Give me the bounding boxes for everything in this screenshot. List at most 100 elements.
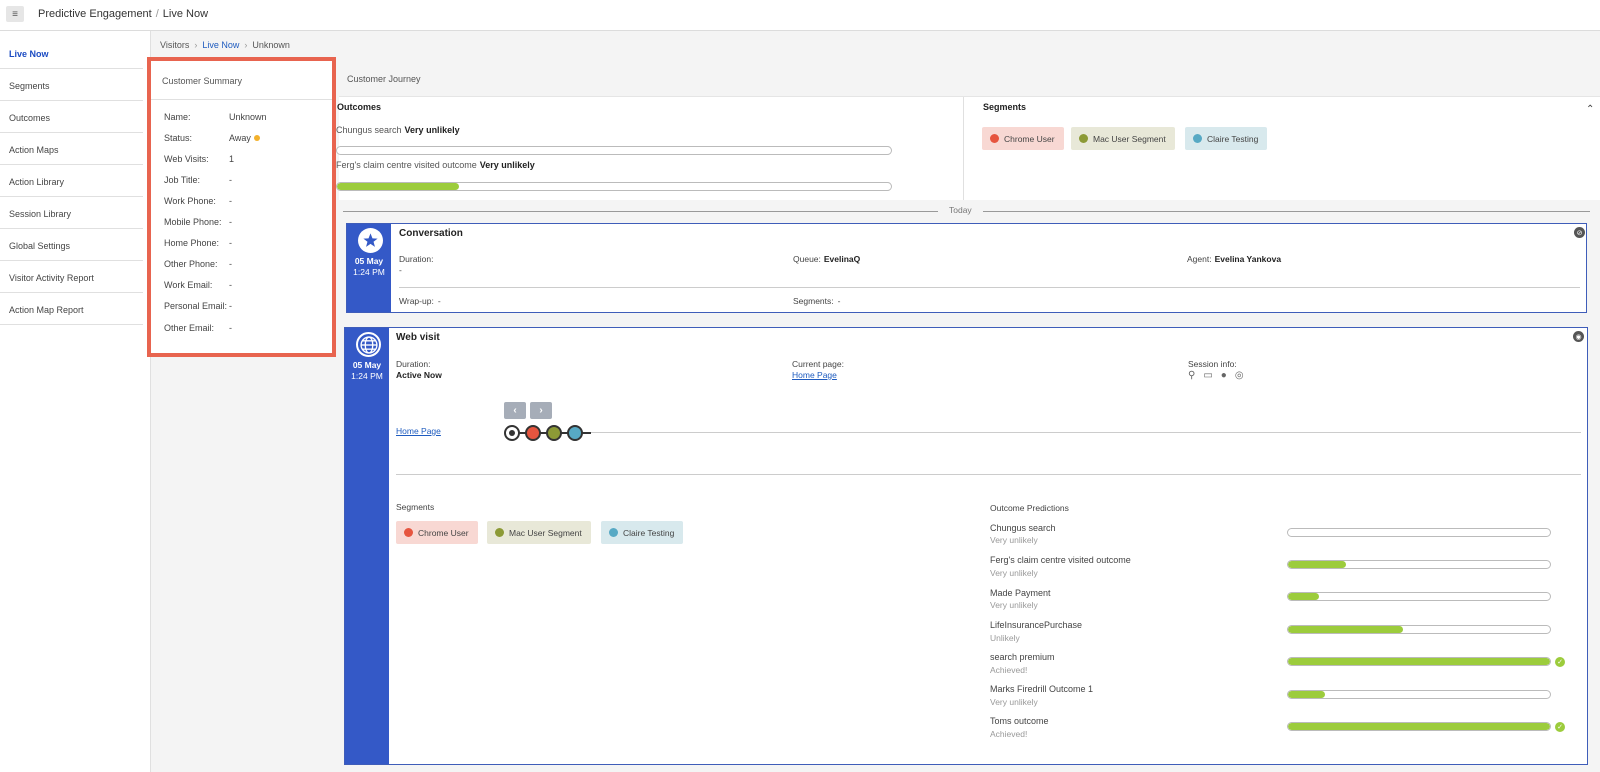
prediction-name: LifeInsurancePurchase	[990, 620, 1083, 630]
prediction-name: Chungus search	[990, 523, 1056, 533]
web-visit-date-strip: 05 May 1:24 PM	[345, 328, 389, 764]
segment-chip-chrome-user[interactable]: Chrome User	[982, 127, 1064, 150]
web-duration-value: Active Now	[396, 370, 442, 380]
segment-chip-mac-user[interactable]: Mac User Segment	[1071, 127, 1175, 150]
outcome-progress-bar	[336, 146, 892, 155]
web-visit-card[interactable]: 05 May 1:24 PM Web visit ◉ Duration: Act…	[344, 327, 1588, 765]
chrome-icon	[990, 134, 999, 143]
queue-value: EvelinaQ	[823, 254, 861, 264]
summary-label: Personal Email:	[164, 301, 228, 311]
segments-label: Segments:	[793, 296, 834, 306]
top-bar: ≡ Predictive Engagement / Live Now	[0, 0, 1600, 31]
summary-row-home-phone: Home Phone: -	[164, 238, 334, 250]
timeline-next-button[interactable]: ›	[530, 402, 552, 419]
conversation-card[interactable]: 05 May 1:24 PM Conversation ⊘ Duration: …	[346, 223, 1587, 313]
prediction-name: Marks Firedrill Outcome 1	[990, 684, 1094, 694]
monitor-icon[interactable]: ▭	[1203, 370, 1212, 381]
prediction-status: Achieved!	[990, 729, 1028, 739]
apple-icon[interactable]: ●	[1221, 370, 1227, 381]
conversation-time: 1:24 PM	[353, 267, 385, 277]
outcome-status: Very unlikely	[479, 160, 535, 170]
summary-row-other-phone: Other Phone: -	[164, 259, 334, 271]
segment-chip-label: Claire Testing	[623, 527, 675, 538]
breadcrumb-live-now[interactable]: Live Now	[202, 40, 239, 50]
hamburger-menu-icon[interactable]: ≡	[6, 6, 24, 22]
conversation-divider	[399, 287, 1580, 288]
current-page-link[interactable]: Home Page	[792, 370, 837, 380]
prediction-progress-bar	[1287, 722, 1551, 731]
sidebar-item-global-settings[interactable]: Global Settings	[0, 229, 143, 261]
wrapup-label: Wrap-up:	[399, 296, 434, 306]
summary-value: -	[229, 238, 232, 248]
prediction-progress-bar	[1287, 690, 1551, 699]
progress-fill	[1288, 723, 1550, 730]
segment-event-teal-icon[interactable]	[567, 425, 583, 441]
summary-row-work-phone: Work Phone: -	[164, 196, 334, 208]
segments-title: Segments	[983, 102, 1027, 112]
outcome-name: Chungus search	[336, 125, 402, 135]
prediction-status: Unlikely	[990, 633, 1020, 643]
web-duration-label: Duration:	[396, 359, 431, 369]
web-visit-title: Web visit	[396, 332, 440, 343]
segment-event-red-icon[interactable]	[525, 425, 541, 441]
outcome-line: Ferg's claim centre visited outcome Very …	[336, 160, 535, 170]
current-page-label: Current page:	[792, 359, 844, 369]
progress-fill	[337, 183, 459, 190]
summary-row-work-email: Work Email: -	[164, 280, 334, 292]
prediction-progress-bar	[1287, 560, 1551, 569]
outcomes-title: Outcomes	[337, 102, 382, 112]
breadcrumb: Visitors › Live Now › Unknown	[160, 40, 290, 50]
customer-journey-header: Customer Journey	[339, 67, 1600, 97]
breadcrumb-visitors[interactable]: Visitors	[160, 40, 189, 50]
web-visit-date: 05 May	[352, 360, 382, 370]
page-title: Predictive Engagement / Live Now	[38, 8, 208, 20]
conversation-date-strip: 05 May 1:24 PM	[347, 224, 391, 312]
sidebar-item-session-library[interactable]: Session Library	[0, 197, 143, 229]
summary-label: Job Title:	[164, 175, 201, 185]
page-history-link-home[interactable]: Home Page	[396, 426, 441, 436]
segments-value: -	[837, 296, 841, 306]
prediction-name: Made Payment	[990, 588, 1051, 598]
summary-value: -	[229, 175, 232, 185]
summary-label: Status:	[164, 133, 193, 143]
session-info-label: Session info:	[1188, 359, 1237, 369]
segment-icon	[1079, 134, 1088, 143]
sidebar-item-outcomes[interactable]: Outcomes	[0, 101, 143, 133]
sidebar-item-live-now[interactable]: Live Now	[0, 37, 143, 69]
conversation-title: Conversation	[399, 228, 463, 239]
chrome-icon[interactable]: ◎	[1235, 370, 1244, 381]
app-name[interactable]: Predictive Engagement	[38, 8, 152, 20]
sidebar-item-action-library[interactable]: Action Library	[0, 165, 143, 197]
sidebar-item-action-maps[interactable]: Action Maps	[0, 133, 143, 165]
breadcrumb-chevron-icon: ›	[194, 40, 198, 50]
progress-fill	[1288, 691, 1325, 698]
agent-value: Evelina Yankova	[1214, 254, 1282, 264]
conversation-agent: Agent: Evelina Yankova	[1187, 254, 1281, 264]
today-label: Today	[938, 205, 983, 215]
sidebar-item-segments[interactable]: Segments	[0, 69, 143, 101]
timeline-prev-button[interactable]: ‹	[504, 402, 526, 419]
prediction-status: Very unlikely	[990, 697, 1038, 707]
browser-status-icon[interactable]: ◉	[1573, 331, 1584, 342]
segment-chip-mac-user[interactable]: Mac User Segment	[487, 521, 591, 544]
collapse-chevron-up-icon[interactable]: ⌃	[1586, 104, 1594, 115]
summary-value: -	[229, 196, 232, 206]
location-pin-icon[interactable]: ⚲	[1188, 370, 1195, 381]
segment-chip-claire-testing[interactable]: Claire Testing	[1185, 127, 1268, 150]
segment-chip-chrome-user[interactable]: Chrome User	[396, 521, 478, 544]
conversation-status-icon[interactable]: ⊘	[1574, 227, 1585, 238]
summary-row-status: Status: Away	[164, 133, 334, 145]
pageview-node-icon[interactable]	[504, 425, 520, 441]
segment-chip-claire-testing[interactable]: Claire Testing	[601, 521, 684, 544]
customer-summary-title: Customer Summary	[151, 61, 332, 100]
outcome-predictions-title: Outcome Predictions	[990, 503, 1069, 513]
prediction-progress-bar	[1287, 657, 1551, 666]
wrapup-value: -	[437, 296, 441, 306]
web-visit-time: 1:24 PM	[351, 371, 383, 381]
sidebar-item-action-map-report[interactable]: Action Map Report	[0, 293, 143, 325]
prediction-progress-bar	[1287, 625, 1551, 634]
segment-event-olive-icon[interactable]	[546, 425, 562, 441]
outcome-status: Very unlikely	[404, 125, 460, 135]
sidebar-item-visitor-activity-report[interactable]: Visitor Activity Report	[0, 261, 143, 293]
summary-row-personal-email: Personal Email: -	[164, 301, 334, 313]
